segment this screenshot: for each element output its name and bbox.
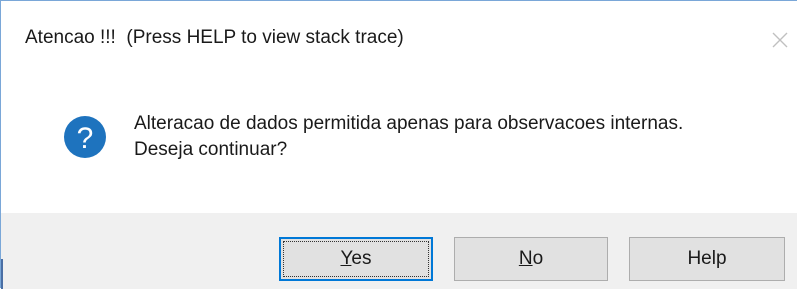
message-line: Deseja continuar? — [134, 139, 288, 160]
yes-button[interactable]: Yes — [279, 237, 433, 281]
no-button[interactable]: No — [454, 237, 608, 281]
help-button[interactable]: Help — [629, 237, 785, 281]
no-label-rest: o — [532, 248, 544, 269]
question-icon: ? — [64, 116, 106, 158]
help-label: Help — [687, 248, 727, 269]
svg-text:?: ? — [77, 122, 94, 155]
no-accelerator: N — [518, 248, 533, 269]
close-icon — [772, 32, 788, 48]
message-line: Alteracao de dados permitida apenas para… — [134, 113, 684, 134]
dialog-title: Atencao !!! (Press HELP to view stack tr… — [25, 27, 404, 48]
dialog-message: Alteracao de dados permitida apenas para… — [134, 111, 683, 163]
title-bar[interactable]: Atencao !!! (Press HELP to view stack tr… — [1, 1, 797, 75]
window-edge — [1, 259, 3, 289]
button-bar: Yes No Help — [1, 213, 797, 289]
dialog-content: ? Alteracao de dados permitida apenas pa… — [1, 75, 797, 213]
dialog-window: Atencao !!! (Press HELP to view stack tr… — [0, 0, 797, 289]
focus-ring — [283, 241, 429, 277]
close-button[interactable] — [769, 29, 791, 51]
